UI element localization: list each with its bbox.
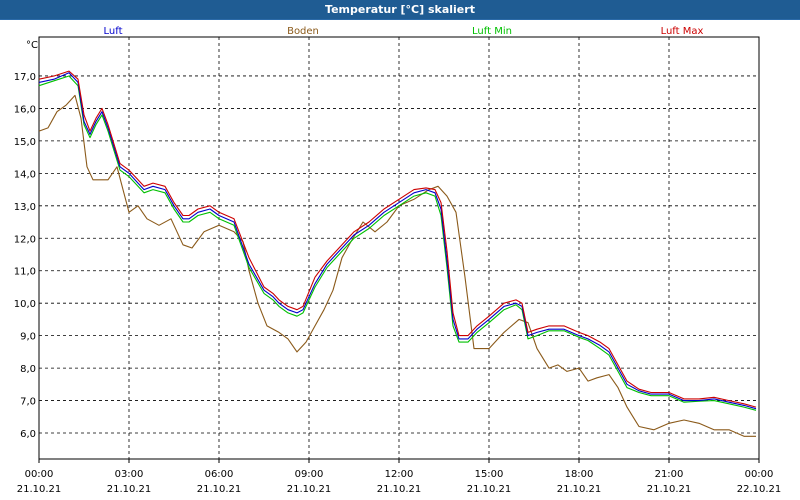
y-tick-label: 10,0 [14,299,36,310]
y-tick-label: 15,0 [14,137,36,148]
series-line-luft-max [38,70,757,408]
y-tick-label: 13,0 [14,202,36,213]
x-tick-time-label: 00:00 [25,469,54,480]
y-tick-label: 9,0 [20,332,36,343]
x-tick-time-label: 12:00 [385,469,414,480]
y-tick-label: 12,0 [14,234,36,245]
x-tick-date-label: 21.10.21 [467,484,512,495]
y-tick-label: 14,0 [14,169,36,180]
legend-entry-luft-max: Luft Max [661,26,704,37]
chart-window: Temperatur [°C] skaliert 6,0 7,0 8,0 9,0 10,… [0,0,800,500]
x-tick-date-label: 21.10.21 [647,484,692,495]
x-tick-date-label: 22.10.21 [737,484,782,495]
x-tick-date-label: 21.10.21 [377,484,422,495]
x-tick-date-label: 21.10.21 [197,484,242,495]
legend-entry-boden: Boden [287,26,319,37]
y-unit-label: °C [26,40,38,51]
series-line-boden [38,94,756,437]
window-title: Temperatur [°C] skaliert [0,0,800,20]
y-tick-label: 7,0 [20,397,36,408]
x-tick-time-label: 03:00 [115,469,144,480]
x-tick-time-label: 06:00 [205,469,234,480]
y-tick-label: 6,0 [20,429,36,440]
legend-entry-luft-min: Luft Min [472,26,512,37]
y-tick-label: 11,0 [14,267,36,278]
series-line-luft-min [38,75,757,411]
chart-area: 6,0 7,0 8,0 9,0 10,0 11,0 12,0 13,0 14,0 15,0 16,0… [14,26,782,495]
y-tick-label: 17,0 [14,72,36,83]
x-tick-time-label: 00:00 [745,469,774,480]
x-tick-time-label: 18:00 [565,469,594,480]
x-tick-date-label: 21.10.21 [107,484,152,495]
x-tick-time-label: 09:00 [295,469,324,480]
series-line-luft [38,72,757,410]
x-tick-time-label: 21:00 [655,469,684,480]
y-tick-label: 8,0 [20,364,36,375]
y-tick-label: 16,0 [14,104,36,115]
x-tick-date-label: 21.10.21 [287,484,332,495]
legend-entry-luft: Luft [104,26,123,37]
x-tick-date-label: 21.10.21 [557,484,602,495]
x-tick-date-label: 21.10.21 [17,484,62,495]
x-tick-time-label: 15:00 [475,469,504,480]
